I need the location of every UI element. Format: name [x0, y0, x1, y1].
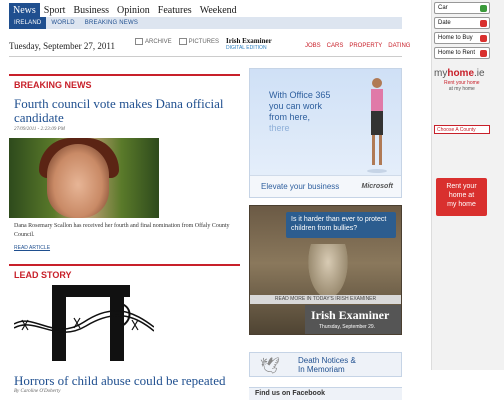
pictures-icon	[178, 38, 187, 45]
lead-byline: By Caroline O'Doherty	[14, 389, 61, 394]
car-icon	[480, 5, 487, 12]
heart-icon	[480, 20, 487, 27]
date-line: Tuesday, September 27, 2011	[9, 41, 115, 51]
logo-my: my	[434, 68, 448, 79]
date-label: Date	[438, 20, 451, 26]
sub-nav: IRELAND WORLD BREAKING NEWS	[9, 17, 402, 29]
house-icon	[480, 50, 487, 57]
breaking-timestamp: 27/09/2011 - 2:23:09 PM	[14, 127, 65, 132]
home-to-rent-button[interactable]: Home to Rent	[434, 47, 490, 59]
read-article-link[interactable]: READ ARTICLE	[14, 245, 50, 251]
logo-home: home	[447, 68, 475, 79]
death-notices-link[interactable]: 🕊 Death Notices & In Memoriam	[249, 352, 402, 377]
breaking-headline[interactable]: Fourth council vote makes Dana official …	[14, 97, 242, 125]
rent-line-2: home at	[448, 192, 475, 199]
notices-line-1: Death Notices &	[298, 356, 356, 365]
home-to-rent-label: Home to Rent	[438, 50, 476, 56]
examiner-ad-logo: Irish Examiner Thursday, September 29.	[305, 305, 401, 334]
archive-label: ARCHIVE	[145, 39, 172, 46]
car-button[interactable]: Car	[434, 2, 490, 14]
main-nav: News Sport Business Opinion Features Wee…	[9, 3, 241, 17]
rent-home-button[interactable]: Rent your home at my home	[436, 178, 487, 216]
section-rule	[9, 74, 240, 76]
digital-edition-logo[interactable]: Irish Examiner DIGITAL EDITION	[226, 38, 272, 52]
home-to-buy-label: Home to Buy	[438, 35, 473, 41]
logo-title: Irish Examiner	[226, 37, 272, 45]
breaking-news-label: BREAKING NEWS	[14, 80, 92, 90]
tagline: at my home	[448, 86, 475, 92]
myhome-tagline: Rent your home at my home	[444, 80, 480, 92]
lead-story-label: LEAD STORY	[14, 270, 72, 280]
divider	[9, 56, 402, 57]
rent-line-1: Rent your	[446, 183, 477, 190]
logo-ie: .ie	[474, 68, 485, 79]
examiner-bullying-ad[interactable]: Is it harder than ever to protect childr…	[249, 205, 402, 335]
ad-question: Is it harder than ever to protect childr…	[286, 212, 396, 238]
ad-date: Thursday, September 29.	[319, 324, 376, 330]
tab-business[interactable]: Business	[69, 3, 113, 17]
woman-figure	[367, 78, 387, 173]
link-cars[interactable]: CARS	[327, 43, 344, 49]
notices-line-2: In Memoriam	[298, 365, 345, 374]
car-label: Car	[438, 5, 448, 11]
tab-features[interactable]: Features	[154, 3, 196, 17]
tab-news[interactable]: News	[9, 3, 40, 17]
photo-caption: Dana Rosemary Scallon has received her f…	[14, 223, 230, 238]
subtab-ireland[interactable]: IRELAND	[9, 17, 47, 29]
ad-footer: Elevate your business Microsoft	[250, 175, 401, 197]
link-property[interactable]: PROPERTY	[349, 43, 382, 49]
archive-icon	[135, 38, 143, 45]
pictures-label: PICTURES	[188, 39, 220, 46]
lead-headline[interactable]: Horrors of child abuse could be repeated	[14, 374, 242, 388]
subtab-world[interactable]: WORLD	[46, 17, 79, 29]
ad-line-2: you can work	[269, 101, 323, 111]
news-photo[interactable]	[9, 138, 159, 218]
subtab-breaking-news[interactable]: BREAKING NEWS	[80, 17, 143, 29]
service-links: JOBS CARS PROPERTY DATING	[305, 43, 410, 49]
pictures-link[interactable]: PICTURES	[178, 38, 220, 46]
facebook-box-title: Find us on Facebook	[249, 387, 402, 400]
ad-copy: With Office 365 you can work from here, …	[269, 90, 330, 134]
logo-subtitle: DIGITAL EDITION	[226, 45, 267, 51]
office365-ad[interactable]: With Office 365 you can work from here, …	[249, 68, 402, 198]
date-button[interactable]: Date	[434, 17, 490, 29]
home-to-buy-button[interactable]: Home to Buy	[434, 32, 490, 44]
toolbar: ARCHIVE PICTURES	[135, 38, 219, 45]
dove-icon: 🕊	[260, 358, 281, 375]
archive-link[interactable]: ARCHIVE	[135, 38, 172, 45]
notices-text: Death Notices & In Memoriam	[298, 356, 356, 374]
tab-weekend[interactable]: Weekend	[196, 3, 241, 17]
tab-opinion[interactable]: Opinion	[113, 3, 154, 17]
ad-line-3: from here,	[269, 112, 311, 122]
examiner-logo-text: Irish Examiner	[311, 308, 390, 322]
rent-line-3: my home	[447, 201, 476, 208]
link-dating[interactable]: DATING	[388, 43, 410, 49]
ad-line-4: there	[269, 123, 290, 133]
county-select[interactable]: Choose A County	[434, 125, 490, 134]
tab-sport[interactable]: Sport	[40, 3, 70, 17]
section-rule	[9, 264, 240, 266]
ad-slogan: Elevate your business	[261, 182, 340, 191]
ad-line-1: With Office 365	[269, 90, 331, 100]
myhome-logo[interactable]: myhome.ie	[434, 68, 485, 79]
link-jobs[interactable]: JOBS	[305, 43, 321, 49]
barbed-wire-image[interactable]	[14, 282, 154, 364]
house-icon	[480, 35, 487, 42]
microsoft-logo: Microsoft	[361, 183, 394, 190]
photo-face	[47, 144, 109, 218]
ad-bar: READ MORE IN TODAY'S IRISH EXAMINER	[250, 295, 401, 304]
